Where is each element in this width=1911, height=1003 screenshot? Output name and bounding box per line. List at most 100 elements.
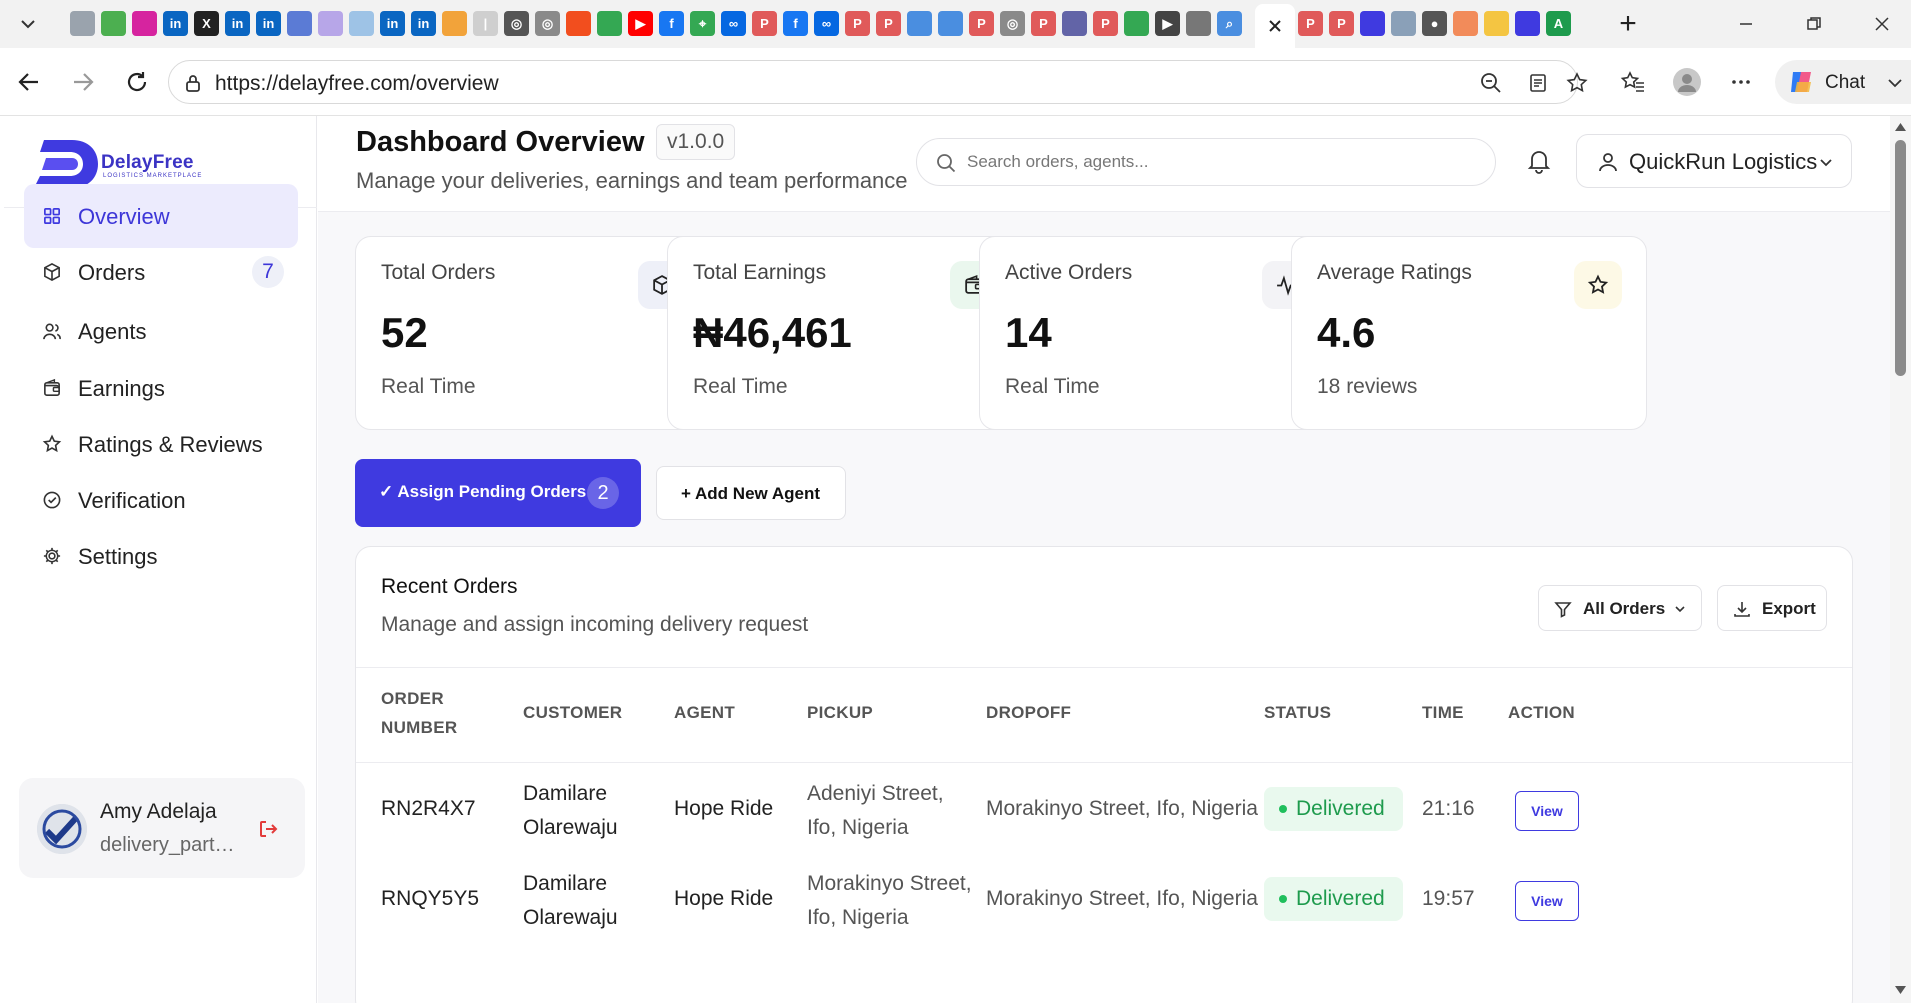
back-icon[interactable] [12, 65, 46, 99]
address-bar[interactable]: https://delayfree.com/overview [168, 60, 1588, 104]
logout-icon[interactable] [255, 816, 281, 842]
scroll-up-icon[interactable] [1894, 120, 1907, 133]
pdf-icon[interactable]: P [876, 11, 901, 36]
linkedin-icon[interactable]: in [225, 11, 250, 36]
refresh-icon[interactable] [120, 65, 154, 99]
user-card[interactable]: Amy Adelaja delivery_partner [19, 778, 305, 878]
avatar[interactable] [37, 804, 87, 854]
pdf-icon[interactable]: P [845, 11, 870, 36]
company-switcher[interactable]: QuickRun Logistics [1576, 134, 1852, 188]
wave-app-icon[interactable] [1453, 11, 1478, 36]
list-icon[interactable] [938, 11, 963, 36]
x-icon[interactable]: X [194, 11, 219, 36]
sidebar-item-ratings-reviews[interactable]: Ratings & Reviews [24, 412, 298, 476]
minimize-icon[interactable] [1726, 8, 1766, 40]
favorites-icon[interactable] [1616, 65, 1650, 99]
instagram-icon[interactable] [132, 11, 157, 36]
more-options-icon[interactable] [1724, 65, 1758, 99]
export-button[interactable]: Export [1717, 585, 1827, 631]
column-header[interactable]: TIME [1422, 698, 1464, 727]
image-icon[interactable] [318, 11, 343, 36]
reader-view-icon[interactable] [1524, 69, 1552, 97]
forward-icon[interactable] [66, 65, 100, 99]
meta-icon[interactable]: ∞ [814, 11, 839, 36]
tab-actions-chevron-icon[interactable] [14, 10, 42, 38]
chevron-down-icon[interactable] [1887, 76, 1903, 90]
profile-avatar-icon[interactable] [1670, 65, 1704, 99]
delayfree-tab-icon[interactable] [1360, 11, 1385, 36]
linkedin-icon[interactable]: in [163, 11, 188, 36]
a-app-icon[interactable]: A [1546, 11, 1571, 36]
active-tab[interactable] [1255, 4, 1295, 48]
new-tab-button[interactable]: + [1612, 7, 1644, 40]
view-order-button[interactable]: View [1515, 791, 1579, 831]
figma-icon[interactable] [566, 11, 591, 36]
url-text[interactable]: https://delayfree.com/overview [215, 72, 499, 96]
forms-icon[interactable] [287, 11, 312, 36]
pdf-icon[interactable]: P [1093, 11, 1118, 36]
pdf-icon[interactable]: P [1298, 11, 1323, 36]
sidebar-item-settings[interactable]: Settings [24, 524, 298, 588]
sidebar-item-agents[interactable]: Agents [24, 299, 298, 363]
favorite-star-icon[interactable] [1563, 69, 1591, 97]
settings-page-icon[interactable] [1186, 11, 1211, 36]
search-tab-icon[interactable]: ⌕ [1217, 11, 1242, 36]
restore-icon[interactable] [1794, 8, 1834, 40]
scroll-down-icon[interactable] [1894, 984, 1907, 997]
divider-icon[interactable]: | [473, 11, 498, 36]
sidebar-item-verification[interactable]: Verification [24, 468, 298, 532]
zoom-out-icon[interactable] [1477, 69, 1505, 97]
column-header[interactable]: DROPOFF [986, 698, 1071, 727]
sidebar-item-orders[interactable]: Orders 7 [24, 240, 298, 304]
search-box[interactable] [916, 138, 1496, 186]
add-new-agent-button[interactable]: + Add New Agent [656, 466, 846, 520]
order-filter-dropdown[interactable]: All Orders [1538, 585, 1702, 631]
column-header[interactable]: PICKUP [807, 698, 873, 727]
close-tab-icon[interactable] [1267, 18, 1283, 34]
page-icon[interactable] [70, 11, 95, 36]
yellow-app-icon[interactable] [1484, 11, 1509, 36]
grid-app-icon[interactable] [442, 11, 467, 36]
column-header[interactable]: CUSTOMER [523, 698, 622, 727]
table-row[interactable]: RNQY5Y5 Damilare Olarewaju Hope Ride Moraki… [356, 855, 1852, 963]
assign-pending-orders-button[interactable]: ✓ Assign Pending Orders 2 [355, 459, 641, 527]
teams-icon[interactable] [1062, 11, 1087, 36]
globe-icon[interactable]: ◎ [535, 11, 560, 36]
pdf-icon[interactable]: P [1031, 11, 1056, 36]
globe-icon[interactable]: ◎ [1000, 11, 1025, 36]
pdf-icon[interactable]: P [969, 11, 994, 36]
view-order-button[interactable]: View [1515, 881, 1579, 921]
linkedin-icon[interactable]: in [380, 11, 405, 36]
column-header[interactable]: ORDER NUMBER [381, 684, 481, 742]
linkedin-icon[interactable]: in [256, 11, 281, 36]
close-window-icon[interactable] [1862, 8, 1902, 40]
pdf-icon[interactable]: P [752, 11, 777, 36]
youtube-icon[interactable]: ▶ [628, 11, 653, 36]
tool-icon[interactable] [349, 11, 374, 36]
delayfree-tab-icon[interactable] [1515, 11, 1540, 36]
notification-bell-icon[interactable] [1524, 146, 1554, 176]
maps-app-icon[interactable] [101, 11, 126, 36]
column-header[interactable]: ACTION [1508, 698, 1575, 727]
scrollbar-thumb[interactable] [1895, 140, 1906, 376]
column-header[interactable]: AGENT [674, 698, 735, 727]
page-scrollbar[interactable] [1890, 116, 1911, 1003]
meta-icon[interactable]: ∞ [721, 11, 746, 36]
copilot-chat-button[interactable]: Chat [1775, 60, 1911, 104]
list-icon[interactable] [907, 11, 932, 36]
pdf-icon[interactable]: P [1329, 11, 1354, 36]
bird-icon[interactable] [1391, 11, 1416, 36]
globe-icon[interactable]: ◎ [504, 11, 529, 36]
facebook-icon[interactable]: f [659, 11, 684, 36]
maps-icon[interactable]: ⌖ [690, 11, 715, 36]
search-input[interactable] [967, 149, 1467, 175]
lock-icon[interactable] [179, 69, 207, 97]
sidebar-item-earnings[interactable]: Earnings [24, 356, 298, 420]
play-icon[interactable]: ▶ [1155, 11, 1180, 36]
circle-app-icon[interactable]: ● [1422, 11, 1447, 36]
sheets-icon[interactable] [597, 11, 622, 36]
column-header[interactable]: STATUS [1264, 698, 1331, 727]
sheets-icon[interactable] [1124, 11, 1149, 36]
facebook-icon[interactable]: f [783, 11, 808, 36]
linkedin-icon[interactable]: in [411, 11, 436, 36]
